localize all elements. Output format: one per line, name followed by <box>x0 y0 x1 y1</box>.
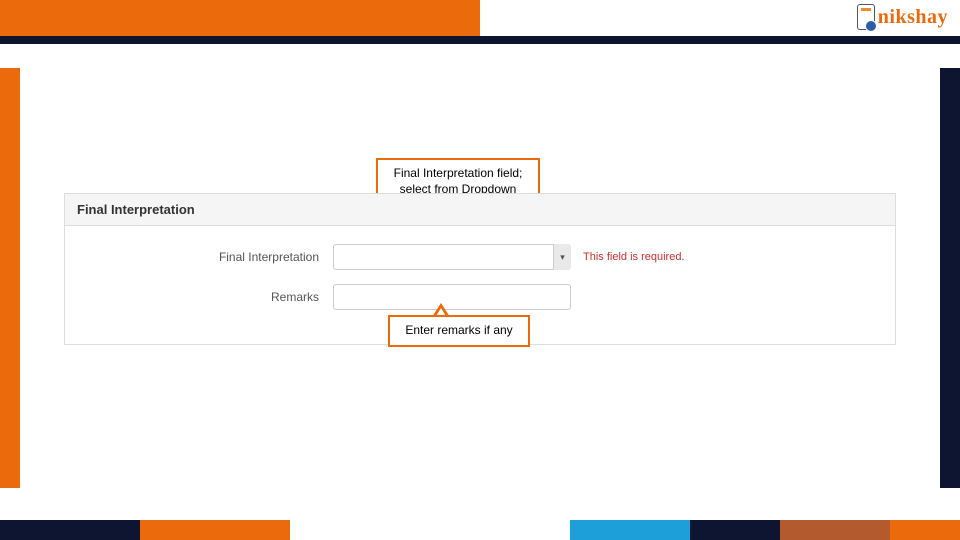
footer-stripe-6 <box>780 520 890 540</box>
interpretation-error: This field is required. <box>583 251 685 263</box>
footer-stripe-7 <box>890 520 960 540</box>
footer-stripe-5 <box>690 520 780 540</box>
interpretation-select-wrap[interactable]: ▾ <box>333 244 571 270</box>
remarks-input[interactable] <box>333 284 571 310</box>
right-dark-bar <box>940 68 960 488</box>
row-interpretation: Final Interpretation ▾ This field is req… <box>77 244 883 270</box>
phone-icon <box>857 4 875 30</box>
footer-stripes <box>0 520 960 540</box>
top-orange-bar <box>0 0 480 36</box>
left-orange-bar <box>0 68 20 488</box>
footer-stripe-2 <box>140 520 290 540</box>
top-dark-bar <box>0 36 960 44</box>
panel-title: Final Interpretation <box>65 194 895 226</box>
footer-stripe-4 <box>570 520 690 540</box>
label-interpretation: Final Interpretation <box>77 250 333 264</box>
footer-stripe-1 <box>0 520 140 540</box>
row-remarks: Remarks <box>77 284 883 310</box>
label-remarks: Remarks <box>77 290 333 304</box>
interpretation-select[interactable] <box>333 244 571 270</box>
footer-stripe-3 <box>290 520 570 540</box>
brand-logo: nikshay <box>857 4 948 30</box>
brand-name: nikshay <box>878 6 948 29</box>
callout-remarks: Enter remarks if any <box>388 315 530 347</box>
